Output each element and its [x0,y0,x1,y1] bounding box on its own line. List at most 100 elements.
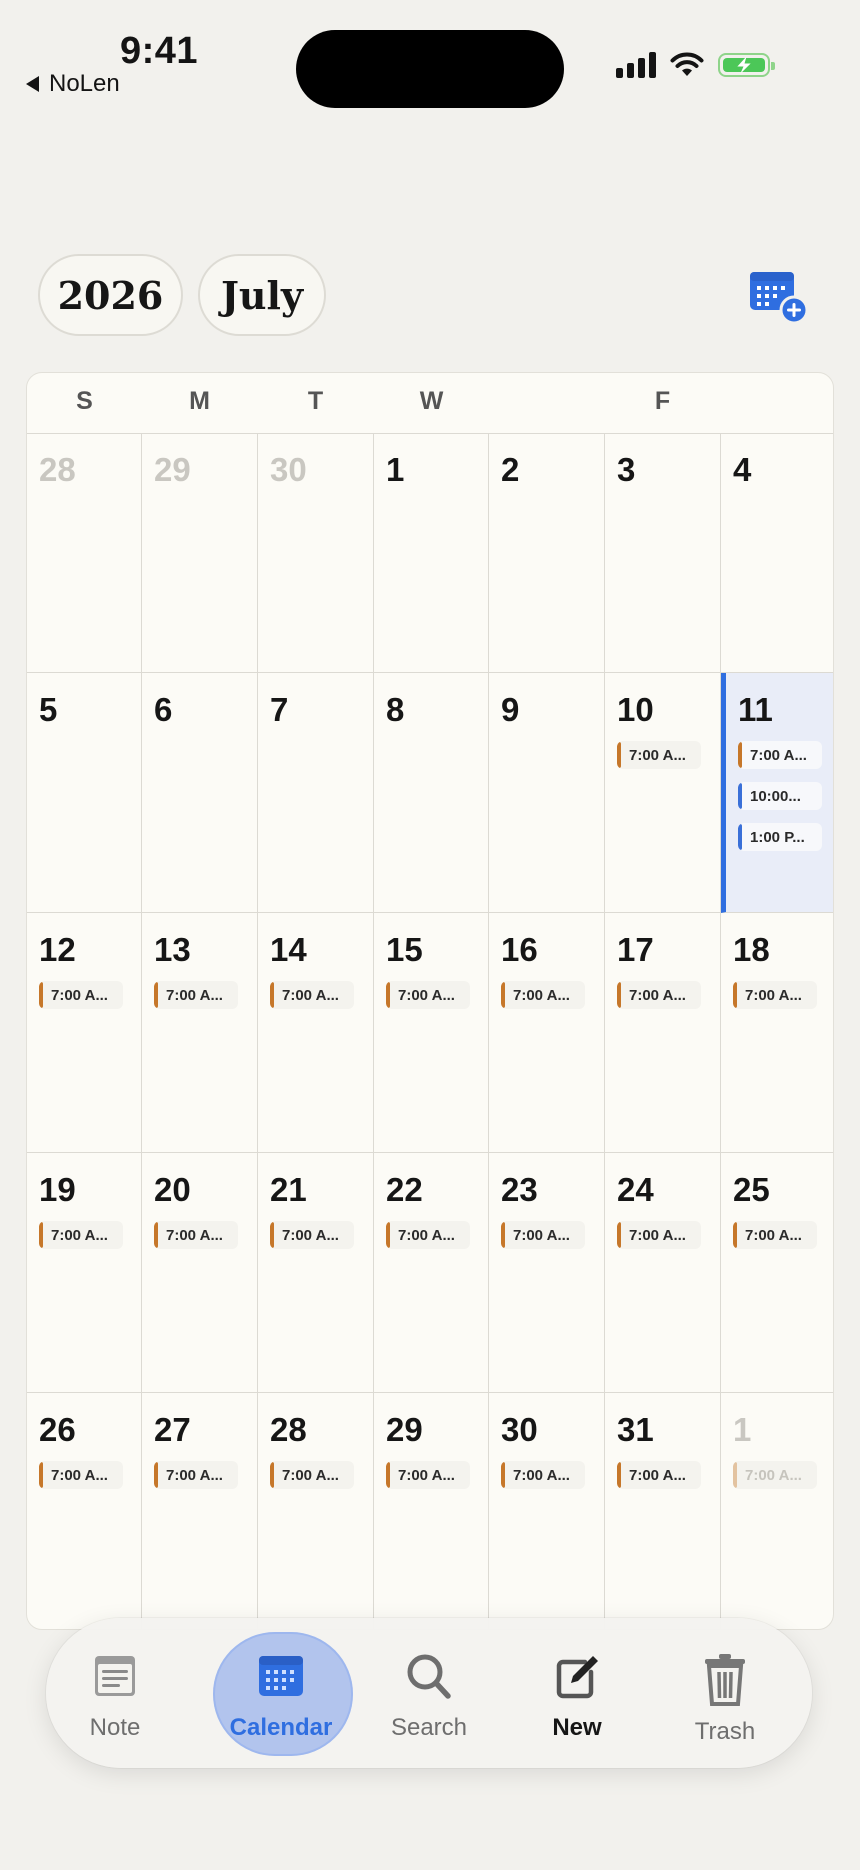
day-number: 19 [39,1171,76,1208]
day-number: 11 [738,691,773,728]
calendar-day[interactable]: 15 7:00 A... [374,913,489,1153]
event-time-label: 7:00 A... [398,1226,455,1244]
calendar-day[interactable]: 2 [489,433,605,673]
calendar-day[interactable]: 28 [27,433,142,673]
event-color-bar [501,1462,505,1488]
year-selector[interactable]: 2026 [38,254,183,336]
event-chip[interactable]: 7:00 A... [270,1221,354,1249]
calendar-day[interactable]: 3 [605,433,721,673]
calendar-day[interactable]: 12 7:00 A... [27,913,142,1153]
calendar-day[interactable]: 4 [721,433,833,673]
month-selector[interactable]: July [198,254,326,336]
back-to-app-link[interactable]: NoLen [26,70,120,98]
weekday-label: S [76,387,93,415]
calendar-day[interactable]: 23 7:00 A... [489,1153,605,1393]
event-chip[interactable]: 7:00 A... [501,981,585,1009]
calendar-day[interactable]: 16 7:00 A... [489,913,605,1153]
event-chip[interactable]: 10:00... [738,782,822,810]
event-time-label: 7:00 A... [398,986,455,1004]
calendar-day[interactable]: 19 7:00 A... [27,1153,142,1393]
event-chip[interactable]: 7:00 A... [501,1461,585,1489]
calendar-day[interactable]: 28 7:00 A... [258,1393,374,1629]
back-app-label: NoLen [49,70,120,97]
tab-note[interactable]: Note [50,1618,180,1768]
day-number: 27 [154,1411,191,1448]
calendar-day[interactable]: 17 7:00 A... [605,913,721,1153]
event-time-label: 7:00 A... [629,986,686,1004]
calendar-day[interactable]: 31 7:00 A... [605,1393,721,1629]
calendar-day[interactable]: 29 [142,433,258,673]
calendar-day-today[interactable]: 11 7:00 A... 10:00... 1:00 P... [721,673,833,913]
event-time-label: 10:00... [750,787,801,805]
event-color-bar [738,783,742,809]
event-chip[interactable]: 7:00 A... [386,1221,470,1249]
event-chip[interactable]: 7:00 A... [733,981,817,1009]
calendar-day[interactable]: 1 [374,433,489,673]
calendar-day[interactable]: 25 7:00 A... [721,1153,833,1393]
calendar-day[interactable]: 20 7:00 A... [142,1153,258,1393]
event-chip[interactable]: 7:00 A... [270,1461,354,1489]
event-chip[interactable]: 7:00 A... [270,981,354,1009]
calendar-day[interactable]: 27 7:00 A... [142,1393,258,1629]
event-color-bar [617,982,621,1008]
calendar-day[interactable]: 8 [374,673,489,913]
tab-trash-label: Trash [694,1718,756,1745]
day-number: 6 [154,691,173,728]
calendar-day[interactable]: 18 7:00 A... [721,913,833,1153]
calendar-day[interactable]: 6 [142,673,258,913]
event-chip[interactable]: 7:00 A... [733,1461,817,1489]
tab-new[interactable]: New [512,1618,642,1768]
event-chip[interactable]: 7:00 A... [386,1461,470,1489]
calendar-day[interactable]: 1 7:00 A... [721,1393,833,1629]
wifi-icon [670,52,704,76]
event-chip[interactable]: 7:00 A... [733,1221,817,1249]
event-time-label: 7:00 A... [745,986,802,1004]
event-chip[interactable]: 7:00 A... [617,1221,701,1249]
event-chip[interactable]: 1:00 P... [738,823,822,851]
calendar-day[interactable]: 10 7:00 A... [605,673,721,913]
event-color-bar [738,824,742,850]
event-chip[interactable]: 7:00 A... [738,741,822,769]
event-chip[interactable]: 7:00 A... [617,1461,701,1489]
tab-search[interactable]: Search [364,1618,494,1768]
event-color-bar [39,982,43,1008]
event-chip[interactable]: 7:00 A... [617,741,701,769]
calendar-day[interactable]: 5 [27,673,142,913]
calendar-day[interactable]: 14 7:00 A... [258,913,374,1153]
event-chip[interactable]: 7:00 A... [617,981,701,1009]
calendar-day[interactable]: 22 7:00 A... [374,1153,489,1393]
event-color-bar [270,1222,274,1248]
event-chip[interactable]: 7:00 A... [39,981,123,1009]
day-number: 14 [270,931,307,968]
calendar-day[interactable]: 9 [489,673,605,913]
day-number: 23 [501,1171,538,1208]
calendar-day[interactable]: 13 7:00 A... [142,913,258,1153]
day-number: 28 [39,451,76,488]
event-color-bar [386,982,390,1008]
day-number: 16 [501,931,538,968]
add-event-icon[interactable] [748,268,810,326]
event-chip[interactable]: 7:00 A... [501,1221,585,1249]
event-chip[interactable]: 7:00 A... [154,981,238,1009]
tab-calendar[interactable]: Calendar [213,1618,353,1768]
event-chip[interactable]: 7:00 A... [154,1221,238,1249]
event-color-bar [39,1462,43,1488]
back-arrow-icon [26,76,39,92]
event-chip[interactable]: 7:00 A... [39,1461,123,1489]
calendar-day[interactable]: 24 7:00 A... [605,1153,721,1393]
calendar-day[interactable]: 21 7:00 A... [258,1153,374,1393]
calendar-day[interactable]: 26 7:00 A... [27,1393,142,1629]
compose-icon [556,1656,598,1699]
day-number: 2 [501,451,520,488]
calendar-day[interactable]: 29 7:00 A... [374,1393,489,1629]
tab-trash[interactable]: Trash [660,1618,790,1768]
calendar-day[interactable]: 30 [258,433,374,673]
calendar-day[interactable]: 30 7:00 A... [489,1393,605,1629]
event-chip[interactable]: 7:00 A... [386,981,470,1009]
tab-search-label: Search [390,1714,468,1741]
event-chip[interactable]: 7:00 A... [39,1221,123,1249]
calendar-day[interactable]: 7 [258,673,374,913]
event-time-label: 7:00 A... [629,746,686,764]
event-chip[interactable]: 7:00 A... [154,1461,238,1489]
day-number: 31 [617,1411,654,1448]
